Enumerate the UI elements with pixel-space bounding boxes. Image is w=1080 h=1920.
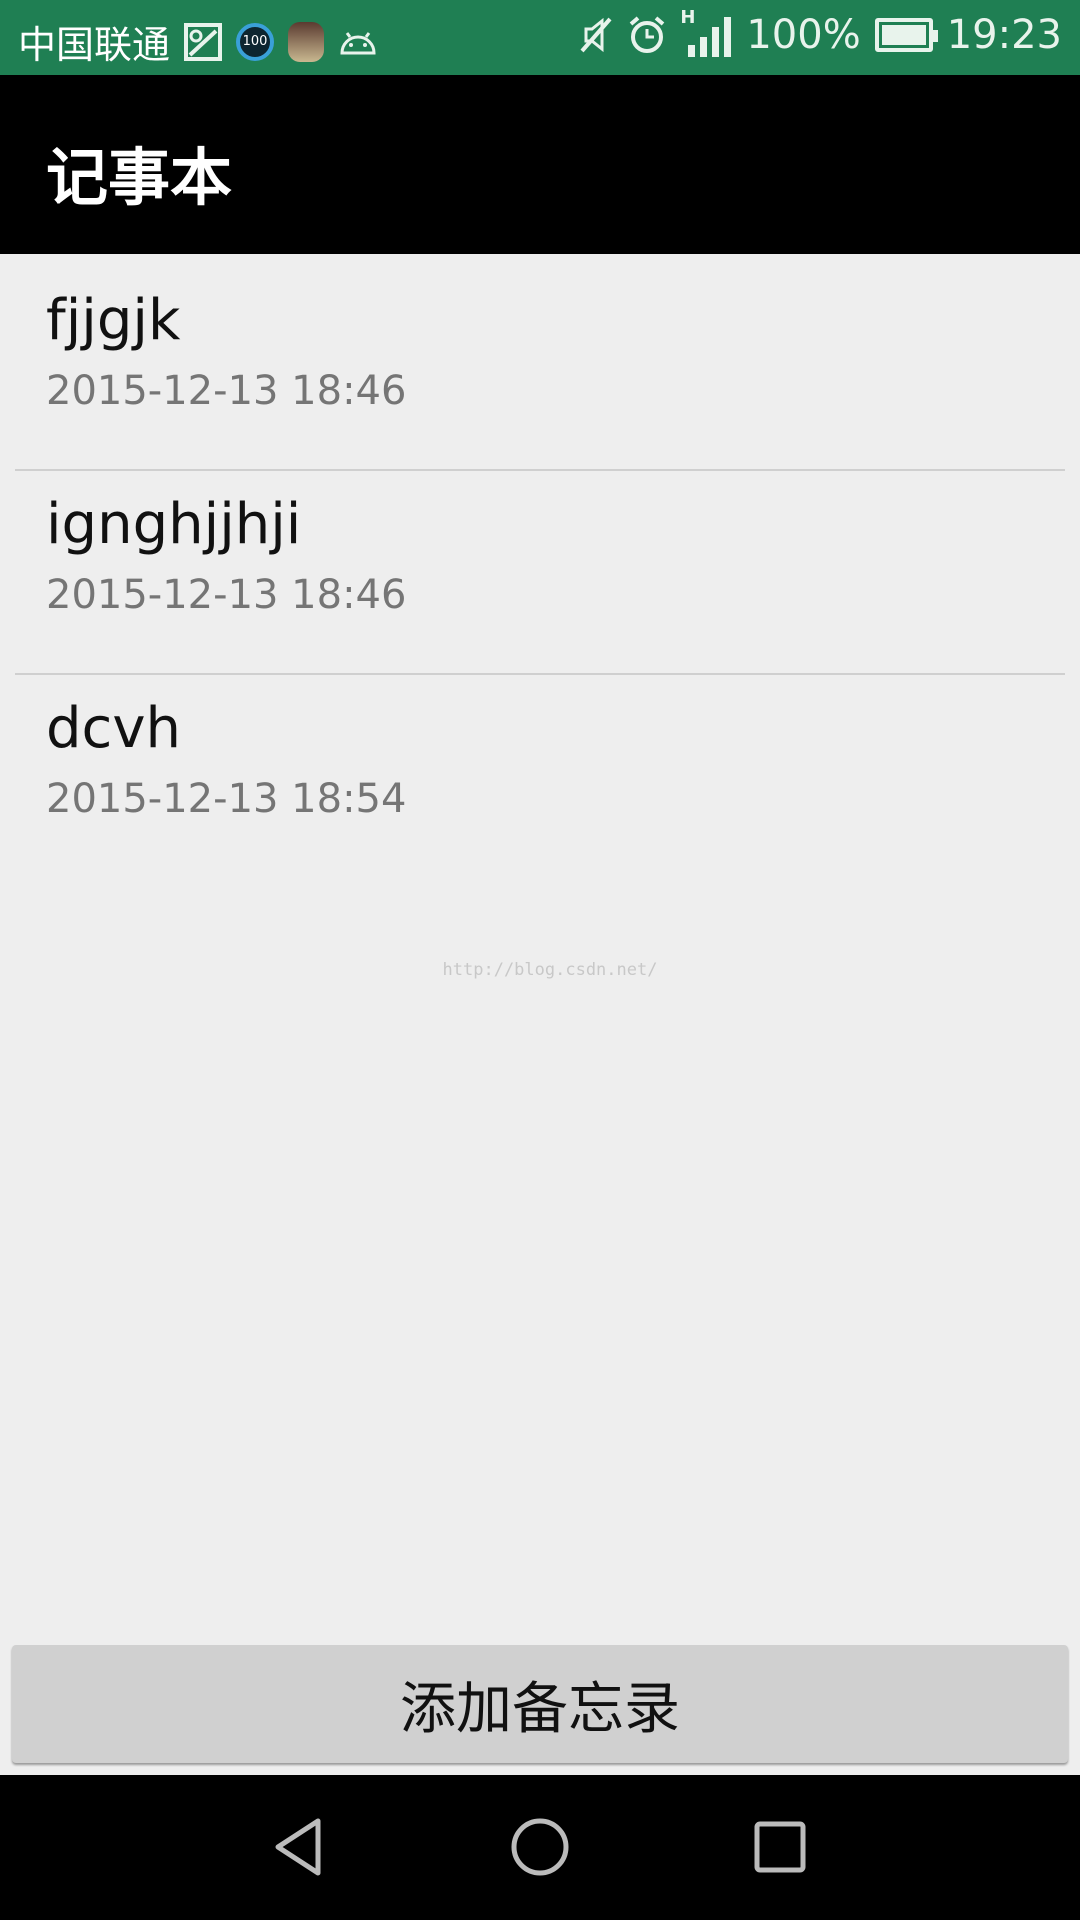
network-type: H (680, 7, 696, 28)
app-bar: 记事本 (0, 75, 1080, 254)
add-memo-button[interactable]: 添加备忘录 (12, 1645, 1068, 1763)
app-title: 记事本 (46, 141, 233, 214)
status-bar: 中国联通 100 H 100% 19:23 (0, 0, 1080, 75)
watermark: http://blog.csdn.net/ (442, 960, 658, 980)
home-icon[interactable] (508, 1815, 572, 1879)
android-icon (340, 31, 376, 54)
note-date: 2015-12-13 18:46 (46, 572, 407, 618)
carrier-label: 中国联通 (18, 23, 171, 67)
note-title: fjjgjk (46, 288, 181, 353)
battery-percent: 100% (746, 12, 861, 58)
note-date: 2015-12-13 18:54 (46, 776, 407, 822)
note-title: ignghjjhji (46, 492, 302, 557)
navigation-bar (0, 1775, 1080, 1920)
battery-icon (874, 18, 938, 52)
note-list-item[interactable]: ignghjjhji 2015-12-13 18:46 (0, 458, 1080, 662)
note-list-item[interactable]: fjjgjk 2015-12-13 18:46 (0, 254, 1080, 458)
note-list-item[interactable]: dcvh 2015-12-13 18:54 (0, 662, 1080, 866)
note-date: 2015-12-13 18:46 (46, 368, 407, 414)
gallery-icon (184, 22, 223, 61)
mute-icon (580, 17, 612, 53)
recents-icon[interactable] (748, 1815, 812, 1879)
clock: 19:23 (946, 12, 1062, 58)
note-title: dcvh (46, 696, 181, 761)
avatar-icon (288, 21, 325, 62)
signal-icon: H (680, 7, 732, 57)
badge-100-icon: 100 (236, 22, 275, 61)
back-icon[interactable] (268, 1815, 332, 1879)
badge-count: 100 (242, 34, 268, 49)
alarm-icon (630, 16, 665, 53)
